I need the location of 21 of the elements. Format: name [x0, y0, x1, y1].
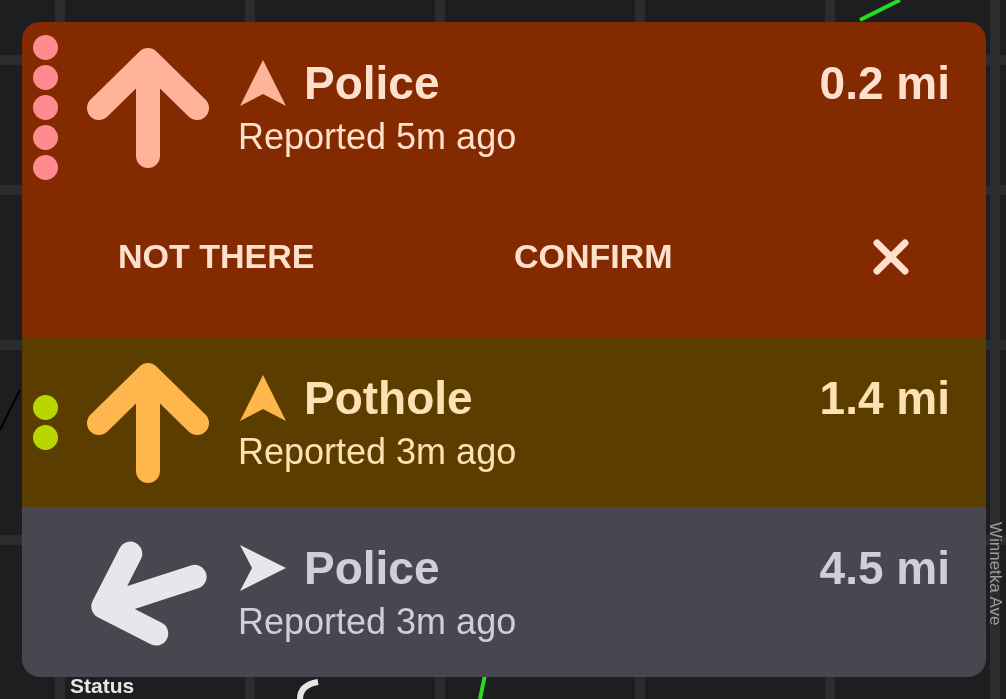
navigation-arrow-icon [238, 58, 288, 108]
action-button[interactable]: CONFIRM [497, 227, 689, 286]
map-label: Status [70, 674, 135, 698]
alert-title: Police [304, 56, 440, 111]
alert-title: Police [304, 541, 440, 596]
up-arrow-icon [85, 361, 211, 483]
distance: 1.4 mi [819, 371, 950, 426]
alert-card[interactable]: Police 0.2 mi Reported 5m ago NOT THERE CONFIRM [22, 22, 986, 337]
alert-title: Pothole [304, 371, 473, 426]
navigation-arrow-icon [238, 373, 288, 423]
alert-card[interactable]: Police 4.5 mi Reported 3m ago [22, 507, 986, 677]
distance: 4.5 mi [819, 541, 950, 596]
navigation-arrow-icon [238, 543, 288, 593]
report-time: Reported 5m ago [238, 116, 517, 157]
up-arrow-icon [85, 46, 211, 168]
report-time: Reported 3m ago [238, 601, 517, 642]
alert-card[interactable]: Pothole 1.4 mi Reported 3m ago [22, 337, 986, 507]
distance: 0.2 mi [819, 56, 950, 111]
street-name: Winnetka Ave [984, 522, 1006, 626]
action-button[interactable]: NOT THERE [102, 227, 331, 286]
report-time: Reported 3m ago [238, 431, 517, 472]
